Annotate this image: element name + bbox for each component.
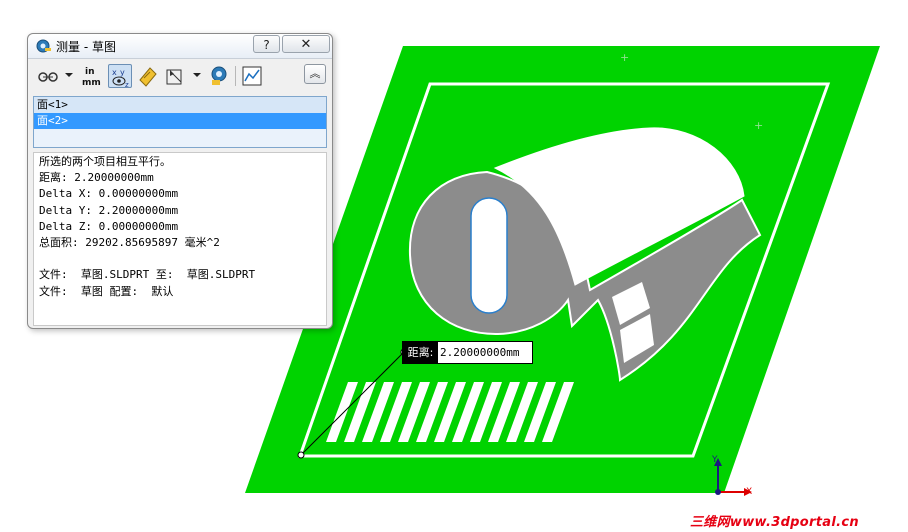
toolbar-separator: [235, 66, 236, 86]
total-area-text: 总面积: 29202.85695897 毫米^2: [39, 235, 220, 249]
svg-text:x: x: [112, 68, 117, 77]
distance-text: 距离: 2.20000000mm: [39, 171, 154, 185]
collapse-button[interactable]: ︽: [304, 64, 326, 84]
distance-callout[interactable]: 距离: 2.20000000mm: [402, 341, 533, 364]
dialog-title: 测量 - 草图: [56, 40, 116, 54]
sketch-point-mark: +: [754, 119, 763, 132]
svg-text:y: y: [120, 68, 125, 77]
selection-list[interactable]: 面<1> 面<2>: [33, 96, 327, 148]
triad-y-label: Y: [712, 455, 718, 465]
svg-text:mm: mm: [82, 78, 101, 88]
projection-icon[interactable]: [164, 64, 188, 88]
parallel-status-text: 所选的两个项目相互平行。: [39, 155, 171, 168]
watermark: 三维网www.3dportal.cn: [690, 515, 859, 530]
close-button[interactable]: ✕: [282, 35, 330, 53]
measurement-history-icon[interactable]: [207, 64, 231, 88]
results-panel: 所选的两个项目相互平行。 距离: 2.20000000mm Delta X: 0…: [33, 152, 327, 326]
measure-toolbar: in mm xyz ︽: [32, 62, 328, 90]
triad-x-label: X: [746, 487, 753, 497]
sketch-point-mark: +: [620, 51, 629, 64]
units-precision-icon[interactable]: in mm: [80, 64, 104, 88]
point-to-point-icon[interactable]: [136, 64, 160, 88]
file-config-text: 文件: 草图 配置: 默认: [39, 284, 174, 298]
dimension-point-start: [297, 451, 305, 459]
svg-text:z: z: [125, 81, 129, 89]
help-button[interactable]: ?: [253, 35, 280, 53]
chevron-down-icon[interactable]: [193, 73, 201, 77]
callout-value: 2.20000000mm: [440, 346, 520, 359]
measure-dialog[interactable]: 测量 - 草图 ? ✕ in mm xyz ︽ 面<1> 面<2> 所选的两个项…: [27, 33, 333, 329]
svg-text:in: in: [85, 67, 95, 77]
delta-z-text: Delta Z: 0.00000000mm: [39, 219, 179, 233]
dialog-titlebar[interactable]: 测量 - 草图 ? ✕: [28, 34, 332, 59]
measure-tape-icon: [36, 39, 51, 53]
delta-y-text: Delta Y: 2.20000000mm: [39, 203, 179, 217]
oval-slot[interactable]: [470, 197, 508, 314]
file-from-to-text: 文件: 草图.SLDPRT 至: 草图.SLDPRT: [39, 268, 256, 282]
callout-label: 距离:: [403, 342, 438, 363]
create-sensor-icon[interactable]: [240, 64, 264, 88]
chevron-down-icon[interactable]: [65, 73, 73, 77]
delta-x-text: Delta X: 0.00000000mm: [39, 187, 179, 201]
arc-circle-measure-icon[interactable]: [36, 64, 60, 88]
show-xyz-measurements-icon[interactable]: xyz: [108, 64, 132, 89]
list-item[interactable]: 面<1>: [34, 97, 326, 113]
list-item[interactable]: 面<2>: [34, 113, 326, 129]
